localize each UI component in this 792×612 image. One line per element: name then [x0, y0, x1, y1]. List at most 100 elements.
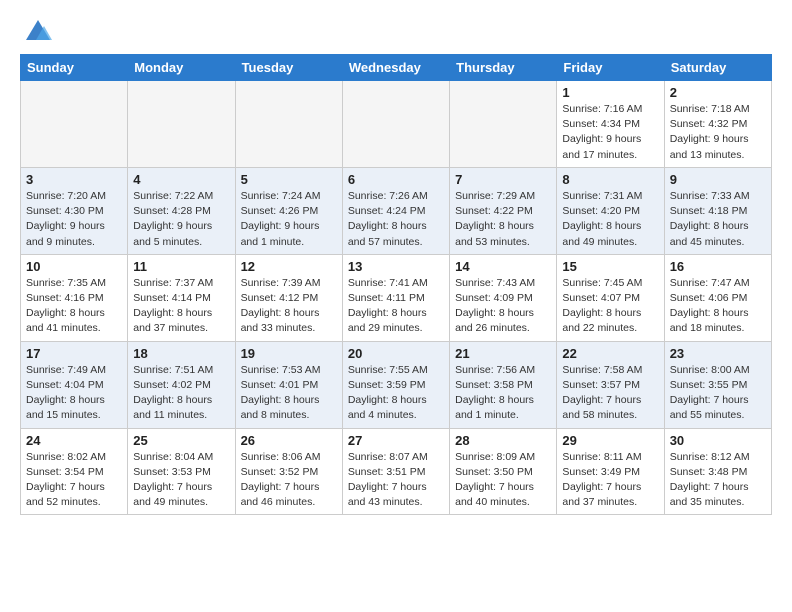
calendar-cell: 25 Sunrise: 8:04 AMSunset: 3:53 PMDayligh…	[128, 428, 235, 515]
day-info: Sunrise: 7:24 AMSunset: 4:26 PMDaylight:…	[241, 189, 337, 250]
day-number: 4	[133, 172, 229, 187]
calendar-cell	[235, 81, 342, 168]
day-number: 27	[348, 433, 444, 448]
day-number: 6	[348, 172, 444, 187]
calendar-cell: 11 Sunrise: 7:37 AMSunset: 4:14 PMDayligh…	[128, 254, 235, 341]
calendar-cell: 4 Sunrise: 7:22 AMSunset: 4:28 PMDaylight…	[128, 167, 235, 254]
logo	[20, 18, 52, 46]
calendar-cell: 15 Sunrise: 7:45 AMSunset: 4:07 PMDayligh…	[557, 254, 664, 341]
calendar-cell: 13Sunrise: 7:41 AMSunset: 4:11 PMDayligh…	[342, 254, 449, 341]
calendar-cell: 2 Sunrise: 7:18 AMSunset: 4:32 PMDaylight…	[664, 81, 771, 168]
day-info: Sunrise: 7:51 AMSunset: 4:02 PMDaylight:…	[133, 363, 229, 424]
day-number: 9	[670, 172, 766, 187]
calendar-cell: 6 Sunrise: 7:26 AMSunset: 4:24 PMDaylight…	[342, 167, 449, 254]
day-info: Sunrise: 7:29 AMSunset: 4:22 PMDaylight:…	[455, 189, 551, 250]
day-info: Sunrise: 7:37 AMSunset: 4:14 PMDaylight:…	[133, 276, 229, 337]
calendar-cell: 10 Sunrise: 7:35 AMSunset: 4:16 PMDayligh…	[21, 254, 128, 341]
day-number: 29	[562, 433, 658, 448]
calendar-cell	[128, 81, 235, 168]
calendar-cell	[342, 81, 449, 168]
calendar-cell: 7 Sunrise: 7:29 AMSunset: 4:22 PMDaylight…	[450, 167, 557, 254]
day-number: 17	[26, 346, 122, 361]
calendar-cell: 17 Sunrise: 7:49 AMSunset: 4:04 PMDayligh…	[21, 341, 128, 428]
day-info: Sunrise: 7:43 AMSunset: 4:09 PMDaylight:…	[455, 276, 551, 337]
weekday-header-row: SundayMondayTuesdayWednesdayThursdayFrid…	[21, 55, 772, 81]
day-info: Sunrise: 8:11 AMSunset: 3:49 PMDaylight:…	[562, 450, 658, 511]
day-number: 10	[26, 259, 122, 274]
day-info: Sunrise: 7:45 AMSunset: 4:07 PMDaylight:…	[562, 276, 658, 337]
day-info: Sunrise: 7:18 AMSunset: 4:32 PMDaylight:…	[670, 102, 766, 163]
calendar-cell: 30 Sunrise: 8:12 AMSunset: 3:48 PMDayligh…	[664, 428, 771, 515]
calendar-cell: 12 Sunrise: 7:39 AMSunset: 4:12 PMDayligh…	[235, 254, 342, 341]
day-info: Sunrise: 8:07 AMSunset: 3:51 PMDaylight:…	[348, 450, 444, 511]
day-number: 26	[241, 433, 337, 448]
day-info: Sunrise: 7:16 AMSunset: 4:34 PMDaylight:…	[562, 102, 658, 163]
day-info: Sunrise: 7:47 AMSunset: 4:06 PMDaylight:…	[670, 276, 766, 337]
calendar-cell: 27 Sunrise: 8:07 AMSunset: 3:51 PMDayligh…	[342, 428, 449, 515]
calendar-cell: 21Sunrise: 7:56 AMSunset: 3:58 PMDayligh…	[450, 341, 557, 428]
weekday-tuesday: Tuesday	[235, 55, 342, 81]
weekday-sunday: Sunday	[21, 55, 128, 81]
weekday-thursday: Thursday	[450, 55, 557, 81]
day-info: Sunrise: 7:35 AMSunset: 4:16 PMDaylight:…	[26, 276, 122, 337]
day-number: 12	[241, 259, 337, 274]
calendar-cell: 1 Sunrise: 7:16 AMSunset: 4:34 PMDaylight…	[557, 81, 664, 168]
day-number: 23	[670, 346, 766, 361]
day-number: 22	[562, 346, 658, 361]
calendar-cell: 24 Sunrise: 8:02 AMSunset: 3:54 PMDayligh…	[21, 428, 128, 515]
day-info: Sunrise: 7:56 AMSunset: 3:58 PMDaylight:…	[455, 363, 551, 424]
week-row-0: 1 Sunrise: 7:16 AMSunset: 4:34 PMDaylight…	[21, 81, 772, 168]
week-row-2: 10 Sunrise: 7:35 AMSunset: 4:16 PMDayligh…	[21, 254, 772, 341]
calendar-cell: 20Sunrise: 7:55 AMSunset: 3:59 PMDayligh…	[342, 341, 449, 428]
day-number: 20	[348, 346, 444, 361]
day-info: Sunrise: 8:02 AMSunset: 3:54 PMDaylight:…	[26, 450, 122, 511]
weekday-friday: Friday	[557, 55, 664, 81]
calendar-table: SundayMondayTuesdayWednesdayThursdayFrid…	[20, 54, 772, 515]
day-number: 14	[455, 259, 551, 274]
day-number: 19	[241, 346, 337, 361]
day-number: 15	[562, 259, 658, 274]
day-info: Sunrise: 8:00 AMSunset: 3:55 PMDaylight:…	[670, 363, 766, 424]
calendar-wrap: SundayMondayTuesdayWednesdayThursdayFrid…	[0, 54, 792, 525]
calendar-cell	[21, 81, 128, 168]
day-number: 8	[562, 172, 658, 187]
calendar-cell: 3 Sunrise: 7:20 AMSunset: 4:30 PMDaylight…	[21, 167, 128, 254]
calendar-cell: 26 Sunrise: 8:06 AMSunset: 3:52 PMDayligh…	[235, 428, 342, 515]
day-number: 3	[26, 172, 122, 187]
weekday-monday: Monday	[128, 55, 235, 81]
day-info: Sunrise: 8:06 AMSunset: 3:52 PMDaylight:…	[241, 450, 337, 511]
day-info: Sunrise: 8:12 AMSunset: 3:48 PMDaylight:…	[670, 450, 766, 511]
day-number: 25	[133, 433, 229, 448]
day-number: 7	[455, 172, 551, 187]
week-row-1: 3 Sunrise: 7:20 AMSunset: 4:30 PMDaylight…	[21, 167, 772, 254]
day-info: Sunrise: 7:53 AMSunset: 4:01 PMDaylight:…	[241, 363, 337, 424]
day-info: Sunrise: 7:26 AMSunset: 4:24 PMDaylight:…	[348, 189, 444, 250]
logo-icon	[24, 18, 52, 46]
calendar-cell: 14 Sunrise: 7:43 AMSunset: 4:09 PMDayligh…	[450, 254, 557, 341]
day-info: Sunrise: 7:22 AMSunset: 4:28 PMDaylight:…	[133, 189, 229, 250]
day-number: 28	[455, 433, 551, 448]
calendar-cell: 18 Sunrise: 7:51 AMSunset: 4:02 PMDayligh…	[128, 341, 235, 428]
day-number: 2	[670, 85, 766, 100]
calendar-cell: 28 Sunrise: 8:09 AMSunset: 3:50 PMDayligh…	[450, 428, 557, 515]
page-header	[0, 0, 792, 54]
day-info: Sunrise: 7:39 AMSunset: 4:12 PMDaylight:…	[241, 276, 337, 337]
calendar-cell: 29 Sunrise: 8:11 AMSunset: 3:49 PMDayligh…	[557, 428, 664, 515]
day-info: Sunrise: 8:09 AMSunset: 3:50 PMDaylight:…	[455, 450, 551, 511]
calendar-body: 1 Sunrise: 7:16 AMSunset: 4:34 PMDaylight…	[21, 81, 772, 515]
weekday-wednesday: Wednesday	[342, 55, 449, 81]
day-info: Sunrise: 8:04 AMSunset: 3:53 PMDaylight:…	[133, 450, 229, 511]
day-number: 18	[133, 346, 229, 361]
calendar-cell: 5Sunrise: 7:24 AMSunset: 4:26 PMDaylight…	[235, 167, 342, 254]
day-info: Sunrise: 7:20 AMSunset: 4:30 PMDaylight:…	[26, 189, 122, 250]
calendar-cell: 19 Sunrise: 7:53 AMSunset: 4:01 PMDayligh…	[235, 341, 342, 428]
day-number: 30	[670, 433, 766, 448]
day-info: Sunrise: 7:31 AMSunset: 4:20 PMDaylight:…	[562, 189, 658, 250]
day-number: 1	[562, 85, 658, 100]
day-info: Sunrise: 7:33 AMSunset: 4:18 PMDaylight:…	[670, 189, 766, 250]
day-info: Sunrise: 7:49 AMSunset: 4:04 PMDaylight:…	[26, 363, 122, 424]
day-number: 11	[133, 259, 229, 274]
week-row-3: 17 Sunrise: 7:49 AMSunset: 4:04 PMDayligh…	[21, 341, 772, 428]
calendar-cell: 16Sunrise: 7:47 AMSunset: 4:06 PMDayligh…	[664, 254, 771, 341]
day-number: 24	[26, 433, 122, 448]
